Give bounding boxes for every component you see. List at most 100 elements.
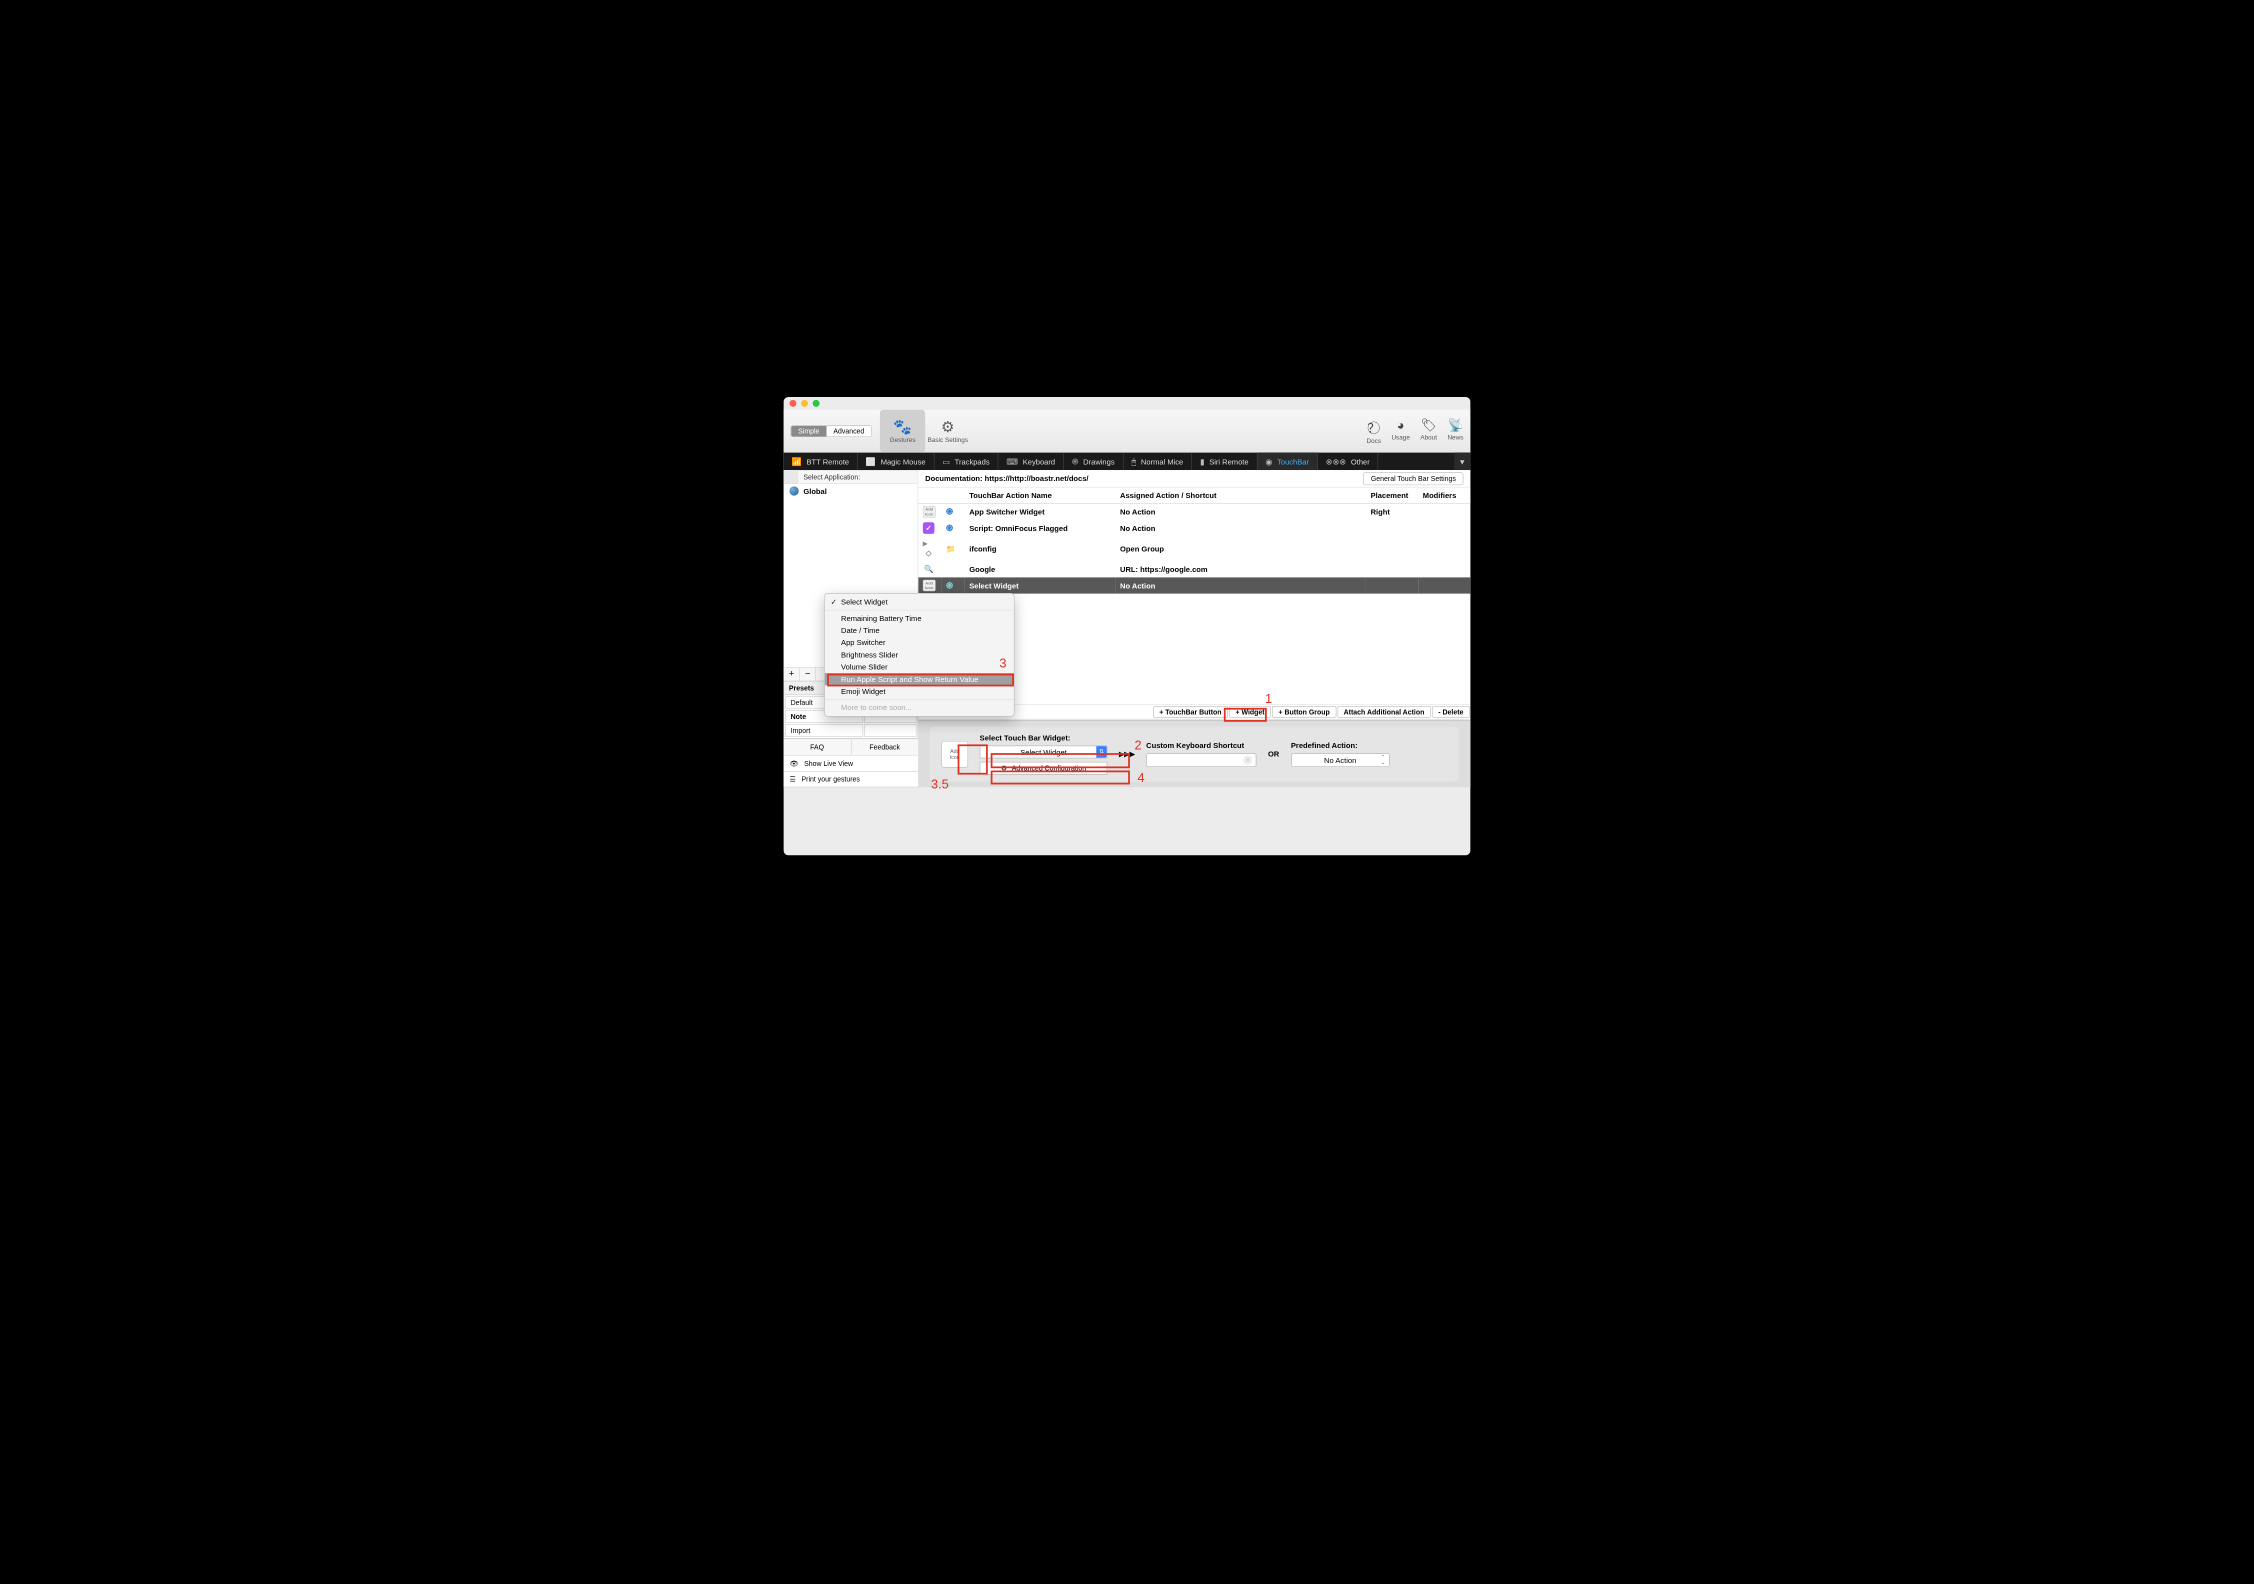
feedback-button[interactable]: Feedback [851,739,918,755]
add-app-button[interactable]: + [784,668,800,681]
advanced-config-button[interactable]: ⚙ Advanced Configuration [980,762,1108,775]
kbd-shortcut-label: Custom Keyboard Shortcut [1146,741,1256,750]
config-panel: AddIcon Select Touch Bar Widget: Select … [918,720,1470,787]
news-link[interactable]: 📡News [1447,418,1463,445]
col-modifiers[interactable]: Modifiers [1418,487,1470,503]
paw-icon: 🐾 [893,418,912,436]
docs-link[interactable]: ？⃝Docs [1366,418,1381,445]
general-settings-button[interactable]: General Touch Bar Settings [1363,472,1463,485]
widget-dropdown-menu: Select Widget Remaining Battery Time Dat… [824,593,1014,717]
spiral-icon: ֎ [946,507,953,517]
toolbar: Simple Advanced 🐾 Gestures ⚙ Basic Setti… [784,410,1471,453]
dd-select-widget[interactable]: Select Widget [825,596,1014,608]
zoom-icon[interactable] [813,400,820,407]
keyboard-icon: ⌨ [1006,456,1018,466]
mouse-icon: ⬜ [866,456,876,466]
annotation-3: 3 [999,656,1006,671]
col-placement[interactable]: Placement [1366,487,1418,503]
usage-link[interactable]: ◕Usage [1391,418,1409,445]
tab-keyboard[interactable]: ⌨Keyboard [998,453,1063,470]
remote-icon: ▮ [1200,456,1204,466]
dd-brightness[interactable]: Brightness Slider [825,649,1014,661]
add-widget-button[interactable]: + Widget [1229,706,1271,718]
pie-icon: ◕ [1397,418,1405,433]
tab-magic-mouse[interactable]: ⬜Magic Mouse [858,453,934,470]
broadcast-icon: 📡 [1447,418,1463,433]
folder-icon: 📁 [946,544,955,553]
table-row-selected[interactable]: AddIcon ֎ Select WidgetNo Action [918,577,1470,593]
trackpad-icon: ▭ [942,456,950,466]
gear-icon: ⚙ [941,418,955,436]
circle-icon: ◉ [1265,456,1272,466]
tab-trackpads[interactable]: ▭Trackpads [934,453,998,470]
mouse2-icon: 🖱 [1131,456,1136,466]
wifi-icon: 📶 [792,456,802,466]
dd-app-switcher[interactable]: App Switcher [825,637,1014,649]
sidebar-header: Select Application: [798,470,918,484]
remove-app-button[interactable]: − [800,668,816,681]
add-icon-button[interactable]: AddIcon [941,741,968,768]
preset-import[interactable]: Import [785,724,863,737]
predefined-action-select[interactable]: No Action [1291,753,1390,767]
tab-other[interactable]: ⊗⊗⊗Other [1318,453,1379,470]
attach-action-button[interactable]: Attach Additional Action [1337,706,1430,718]
device-tabs: 📶BTT Remote ⬜Magic Mouse ▭Trackpads ⌨Key… [784,453,1471,470]
tab-siri-remote[interactable]: ▮Siri Remote [1192,453,1257,470]
annotation-4: 4 [1137,771,1144,786]
table-row[interactable]: ▶◇ 📁 ifconfigOpen Group [918,536,1470,561]
addicon-icon: AddIcon [923,506,936,518]
kbd-shortcut-input[interactable] [1146,753,1256,767]
dd-volume[interactable]: Volume Slider [825,661,1014,673]
add-button-group[interactable]: + Button Group [1272,706,1336,718]
close-icon[interactable] [789,400,796,407]
mode-segmented[interactable]: Simple Advanced [791,425,872,437]
actions-table: TouchBar Action Name Assigned Action / S… [918,487,1470,593]
tab-normal-mice[interactable]: 🖱Normal Mice [1123,453,1192,470]
spiral-icon: ֎ [946,523,953,533]
add-touchbar-button[interactable]: + TouchBar Button [1153,706,1228,718]
app-window: Simple Advanced 🐾 Gestures ⚙ Basic Setti… [784,397,1471,855]
dd-more: More to come soon... [825,702,1014,714]
tab-touchbar[interactable]: ◉TouchBar [1257,453,1317,470]
titlebar [784,397,1471,410]
select-widget-label: Select Touch Bar Widget: [980,733,1108,742]
print-gestures[interactable]: ☰ Print your gestures [784,771,919,787]
globe-icon [789,486,798,495]
col-name[interactable]: TouchBar Action Name [965,487,1116,503]
spiral-icon: ֎ [946,581,953,591]
table-row[interactable]: 🔍 GoogleURL: https://google.com [918,561,1470,577]
eraser-icon: ◇ [923,547,935,559]
tab-overflow[interactable]: ▼ [1454,453,1470,470]
annotation-2: 2 [1135,738,1142,753]
about-link[interactable]: 🏷About [1420,418,1437,445]
chevron-down-icon: ▼ [1459,457,1466,466]
minimize-icon[interactable] [801,400,808,407]
show-live-view[interactable]: 👁 Show Live View [784,755,919,771]
tab-btt-remote[interactable]: 📶BTT Remote [784,453,858,470]
table-row[interactable]: ✓ ֎ Script: OmniFocus FlaggedNo Action [918,520,1470,536]
annotation-35: 3.5 [931,777,949,792]
basic-settings-tool[interactable]: ⚙ Basic Settings [925,410,970,452]
faq-button[interactable]: FAQ [784,739,852,755]
list-icon: ☰ [789,775,795,783]
annotation-1: 1 [1265,692,1272,707]
dd-datetime[interactable]: Date / Time [825,624,1014,636]
eye-icon: 👁 [789,759,798,767]
sidebar-item-global[interactable]: Global [784,484,918,498]
dd-emoji[interactable]: Emoji Widget [825,685,1014,697]
delete-button[interactable]: - Delete [1432,706,1470,718]
addicon-icon: AddIcon [923,580,936,592]
simple-tab[interactable]: Simple [791,426,826,436]
advanced-tab[interactable]: Advanced [826,426,871,436]
tab-drawings[interactable]: ֎Drawings [1064,453,1124,470]
arrow-icon: ▶▶▶ [1119,749,1135,758]
col-action[interactable]: Assigned Action / Shortcut [1115,487,1366,503]
check-icon: ✓ [923,522,935,534]
select-widget-dropdown[interactable]: Select Widget ⇅ [980,746,1108,759]
table-row[interactable]: AddIcon ֎ App Switcher WidgetNo ActionRi… [918,503,1470,520]
gestures-tool[interactable]: 🐾 Gestures [880,410,925,452]
dd-applescript[interactable]: Run Apple Script and Show Return Value [825,673,1014,685]
documentation-label: Documentation: https://http://boastr.net… [925,474,1088,483]
tag-icon: 🏷 [1421,418,1437,433]
dd-battery[interactable]: Remaining Battery Time [825,612,1014,624]
